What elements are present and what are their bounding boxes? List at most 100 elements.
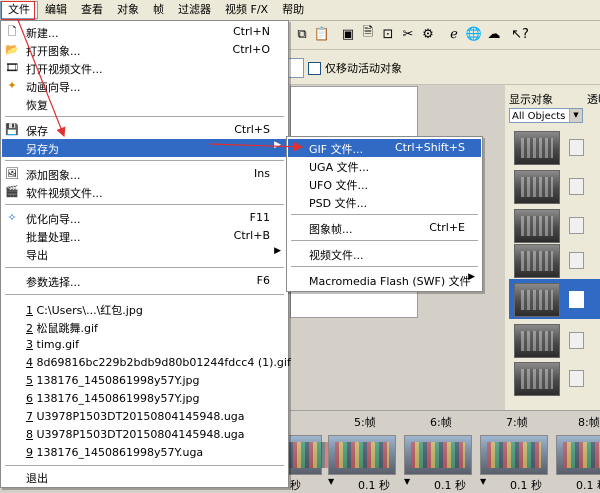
menu-separator — [5, 465, 284, 467]
menu-item-save[interactable]: 💾 保存 Ctrl+S — [2, 121, 287, 139]
menu-item-export[interactable]: 导出 ▶ — [2, 245, 287, 263]
delay-dropdown-icon[interactable]: ▼ — [328, 477, 334, 486]
menu-object[interactable]: 对象 — [110, 1, 146, 19]
object-checkbox[interactable] — [569, 332, 584, 349]
submenu-item-shortcut: Ctrl+Shift+S — [395, 141, 465, 154]
menu-item-exit[interactable]: 退出 — [2, 468, 287, 486]
object-checkbox[interactable] — [569, 291, 584, 308]
crop-icon[interactable]: ⊡ — [378, 24, 398, 44]
add-image-icon: 🖼 — [5, 167, 19, 180]
submenu-item-label: GIF 文件... — [309, 143, 364, 156]
submenu-arrow-icon: ▶ — [274, 246, 281, 256]
frame-thumbnail — [480, 435, 548, 475]
submenu-item-video-file[interactable]: 视频文件... — [288, 245, 481, 263]
optimize-icon: ✧ — [7, 211, 17, 224]
object-filter-select[interactable]: All Objects ▼ — [509, 108, 583, 123]
submenu-item-label: PSD 文件... — [309, 197, 368, 210]
menu-item-shortcut: Ins — [254, 167, 270, 180]
menu-edit[interactable]: 编辑 — [38, 1, 74, 19]
submenu-item-ufo[interactable]: UFO 文件... — [288, 175, 481, 193]
frame-time: 0.1 秒 — [576, 479, 600, 489]
object-checkbox[interactable] — [569, 370, 584, 387]
delay-dropdown-icon[interactable]: ▼ — [480, 477, 486, 486]
menu-separator — [291, 240, 478, 242]
menu-item-shortcut: F6 — [256, 274, 270, 287]
menu-item-shortcut: F11 — [249, 211, 270, 224]
object-row[interactable] — [509, 205, 600, 245]
menu-item-add-image[interactable]: 🖼 添加图象... Ins — [2, 165, 287, 183]
menu-item-new[interactable]: 🗋 新建... Ctrl+N — [2, 23, 287, 41]
properties-icon[interactable]: 🗎 — [358, 24, 378, 44]
frame-5[interactable]: 5:帧 ▼ 0.1 秒 — [324, 411, 400, 492]
menu-file[interactable]: 文件 — [0, 1, 38, 19]
object-row[interactable] — [509, 320, 600, 360]
menu-item-batch[interactable]: 批量处理... Ctrl+B — [2, 227, 287, 245]
move-active-only-checkbox[interactable] — [308, 61, 321, 75]
menu-video-fx[interactable]: 视频 F/X — [218, 1, 275, 19]
object-row[interactable] — [509, 127, 600, 167]
recent-file[interactable]: 3 timg.gif — [2, 336, 287, 354]
object-row-selected[interactable] — [509, 279, 600, 319]
menu-item-revert[interactable]: 恢复 — [2, 95, 287, 113]
plugin-icon[interactable]: ☁ — [484, 24, 504, 44]
submenu-item-label: UGA 文件... — [309, 161, 370, 174]
recent-file[interactable]: 5 138176_1450861998y57Y.jpg — [2, 372, 287, 390]
object-row[interactable] — [509, 240, 600, 280]
cut-icon[interactable]: ✂ — [398, 24, 418, 44]
recent-file[interactable]: 4 8d69816bc229b2bdb9d80b01244fdcc4 (1).g… — [2, 354, 291, 372]
recent-file-label: 1 C:\Users\...\红包.jpg — [26, 304, 143, 317]
recent-file[interactable]: 8 U3978P1503DT20150804145948.uga — [2, 426, 287, 444]
menu-item-label: 恢复 — [26, 99, 48, 112]
object-thumbnail — [514, 362, 560, 396]
submenu-item-uga[interactable]: UGA 文件... — [288, 157, 481, 175]
menu-separator — [291, 266, 478, 268]
gear-icon[interactable]: ⚙ — [418, 24, 438, 44]
object-checkbox[interactable] — [569, 139, 584, 156]
frame-8[interactable]: 8:帧 0.1 秒 — [552, 411, 600, 489]
frame-6[interactable]: 6:帧 ▼ 0.1 秒 — [400, 411, 476, 492]
menu-item-optimize-wizard[interactable]: ✧ 优化向导... F11 — [2, 209, 287, 227]
object-thumbnail — [514, 244, 560, 278]
menu-item-label: 另存为 — [26, 143, 59, 156]
option-field[interactable] — [288, 58, 304, 78]
frame-icon[interactable]: ▣ — [338, 24, 358, 44]
recent-file[interactable]: 2 松鼠跳舞.gif — [2, 318, 287, 336]
object-checkbox[interactable] — [569, 178, 584, 195]
submenu-item-swf[interactable]: Macromedia Flash (SWF) 文件 ▶ — [288, 271, 481, 289]
menu-help[interactable]: 帮助 — [275, 1, 311, 19]
submenu-item-image-frames[interactable]: 图象帧... Ctrl+E — [288, 219, 481, 237]
menu-frame[interactable]: 帧 — [146, 1, 171, 19]
globe-icon[interactable]: 🌐 — [464, 24, 484, 44]
menu-item-save-as[interactable]: 另存为 ▶ — [2, 139, 287, 157]
help-pointer-icon[interactable]: ↖? — [510, 24, 530, 44]
recent-file-label: 2 松鼠跳舞.gif — [26, 322, 98, 335]
recent-file[interactable]: 1 C:\Users\...\红包.jpg — [2, 300, 287, 318]
menu-item-shortcut: Ctrl+N — [232, 25, 270, 38]
recent-file[interactable]: 6 138176_1450861998y57Y.jpg — [2, 390, 287, 408]
menu-item-preferences[interactable]: 参数选择... F6 — [2, 272, 287, 290]
menu-item-animation-wizard[interactable]: ✦ 动画向导... — [2, 77, 287, 95]
menu-item-label: 优化向导... — [26, 213, 81, 226]
object-row[interactable] — [509, 358, 600, 398]
object-checkbox[interactable] — [569, 252, 584, 269]
submenu-item-gif[interactable]: GIF 文件... Ctrl+Shift+S — [288, 139, 481, 157]
browser-icon[interactable]: ℯ — [444, 24, 464, 44]
copy-icon[interactable]: ⧉ — [292, 24, 312, 44]
object-row[interactable] — [509, 166, 600, 206]
frame-7[interactable]: 7:帧 ▼ 0.1 秒 — [476, 411, 552, 492]
menu-item-open-image[interactable]: 📂 打开图象... Ctrl+O — [2, 41, 287, 59]
move-active-only-option[interactable]: 仅移动活动对象 — [308, 60, 402, 76]
recent-file-label: 7 U3978P1503DT20150804145948.uga — [26, 410, 245, 423]
recent-file[interactable]: 9 138176_1450861998y57Y.uga — [2, 444, 287, 462]
object-checkbox[interactable] — [569, 217, 584, 234]
menu-item-open-video[interactable]: 🎞 打开视频文件... — [2, 59, 287, 77]
recent-file[interactable]: 7 U3978P1503DT20150804145948.uga — [2, 408, 287, 426]
menu-view[interactable]: 查看 — [74, 1, 110, 19]
menu-separator — [5, 116, 284, 118]
frame-strip: 秒 5:帧 ▼ 0.1 秒 6:帧 ▼ 0.1 秒 7:帧 ▼ 0.1 秒 8:… — [270, 410, 600, 492]
paste-icon[interactable]: 📋 — [312, 24, 332, 44]
delay-dropdown-icon[interactable]: ▼ — [404, 477, 410, 486]
menu-item-add-video[interactable]: 🎬 软件视频文件... — [2, 183, 287, 201]
submenu-item-psd[interactable]: PSD 文件... — [288, 193, 481, 211]
menu-filter[interactable]: 过滤器 — [171, 1, 218, 19]
